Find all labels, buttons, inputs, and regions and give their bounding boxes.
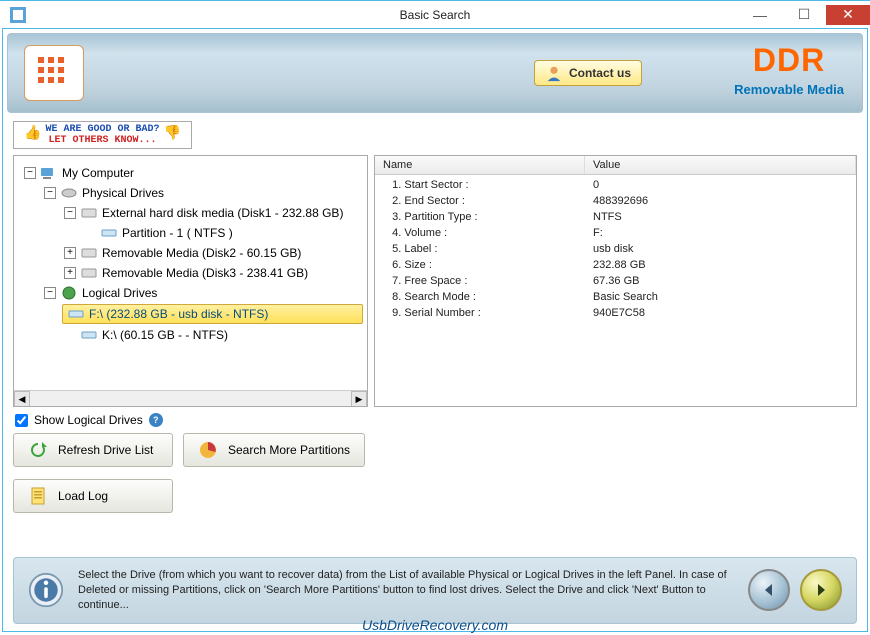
maximize-button[interactable]: ☐ xyxy=(782,5,826,25)
load-log-button[interactable]: Load Log xyxy=(13,479,173,513)
brand-name: DDR xyxy=(734,44,844,76)
property-row[interactable]: 5. Label :usb disk xyxy=(375,241,856,257)
tree-disk1-partition[interactable]: Partition - 1 ( NTFS ) xyxy=(82,224,363,242)
contact-us-button[interactable]: Contact us xyxy=(534,60,642,86)
contact-label: Contact us xyxy=(569,66,631,80)
app-logo xyxy=(24,45,84,101)
collapse-icon[interactable]: − xyxy=(44,287,56,299)
volume-icon xyxy=(80,327,98,343)
globe-drive-icon xyxy=(60,285,78,301)
collapse-icon[interactable]: − xyxy=(44,187,56,199)
minimize-button[interactable]: — xyxy=(738,5,782,25)
column-header-value[interactable]: Value xyxy=(585,156,856,174)
arrow-right-icon xyxy=(811,580,831,600)
tree-disk2[interactable]: + Removable Media (Disk2 - 60.15 GB) xyxy=(62,244,363,262)
footer-panel: Select the Drive (from which you want to… xyxy=(13,557,857,624)
tree-volume-k[interactable]: K:\ (60.15 GB - - NTFS) xyxy=(62,326,363,344)
property-row[interactable]: 3. Partition Type :NTFS xyxy=(375,209,856,225)
tree-disk3[interactable]: + Removable Media (Disk3 - 238.41 GB) xyxy=(62,264,363,282)
thumb-down-icon: 👎 xyxy=(163,127,180,142)
thumb-up-icon: 👍 xyxy=(24,127,41,142)
banner: Contact us DDR Removable Media xyxy=(7,33,863,113)
collapse-icon[interactable]: − xyxy=(64,207,76,219)
hdd-icon xyxy=(80,205,98,221)
property-row[interactable]: 7. Free Space :67.36 GB xyxy=(375,273,856,289)
person-icon xyxy=(545,64,563,82)
property-row[interactable]: 4. Volume :F: xyxy=(375,225,856,241)
property-row[interactable]: 6. Size :232.88 GB xyxy=(375,257,856,273)
brand-block: DDR Removable Media xyxy=(734,44,844,97)
expand-icon[interactable]: + xyxy=(64,267,76,279)
partition-icon xyxy=(100,225,118,241)
hdd-icon xyxy=(80,265,98,281)
refresh-icon xyxy=(28,440,48,460)
feedback-ribbon[interactable]: 👍 WE ARE GOOD OR BAD? LET OTHERS KNOW...… xyxy=(13,121,192,149)
window-title: Basic Search xyxy=(400,8,471,22)
footer-url: UsbDriveRecovery.com xyxy=(0,617,870,633)
show-logical-label: Show Logical Drives xyxy=(34,413,143,427)
properties-table: Name Value 1. Start Sector :0 2. End Sec… xyxy=(374,155,857,407)
close-button[interactable]: ✕ xyxy=(826,5,870,25)
footer-text: Select the Drive (from which you want to… xyxy=(78,568,734,613)
back-button[interactable] xyxy=(748,569,790,611)
ribbon-line1: WE ARE GOOD OR BAD? xyxy=(45,124,159,135)
arrow-left-icon xyxy=(759,580,779,600)
tree-disk1[interactable]: − External hard disk media (Disk1 - 232.… xyxy=(62,204,363,222)
property-row[interactable]: 9. Serial Number :940E7C58 xyxy=(375,305,856,321)
refresh-drive-list-button[interactable]: Refresh Drive List xyxy=(13,433,173,467)
tree-volume-f[interactable]: F:\ (232.88 GB - usb disk - NTFS) xyxy=(62,304,363,324)
ribbon-line2: LET OTHERS KNOW... xyxy=(45,135,159,146)
show-logical-checkbox[interactable] xyxy=(15,414,28,427)
info-icon xyxy=(28,572,64,608)
volume-icon xyxy=(67,306,85,322)
title-bar: Basic Search — ☐ ✕ xyxy=(0,0,870,28)
document-icon xyxy=(28,486,48,506)
drive-icon xyxy=(60,185,78,201)
tree-my-computer[interactable]: − My Computer xyxy=(22,164,363,182)
pie-icon xyxy=(198,440,218,460)
next-button[interactable] xyxy=(800,569,842,611)
computer-icon xyxy=(40,165,58,181)
tree-physical-drives[interactable]: − Physical Drives xyxy=(42,184,363,202)
help-icon[interactable]: ? xyxy=(149,413,163,427)
horizontal-scrollbar[interactable]: ◀ ▶ xyxy=(14,390,367,406)
tree-logical-drives[interactable]: − Logical Drives xyxy=(42,284,363,302)
expand-icon[interactable]: + xyxy=(64,247,76,259)
collapse-icon[interactable]: − xyxy=(24,167,36,179)
scroll-left-icon[interactable]: ◀ xyxy=(14,391,30,407)
app-icon xyxy=(10,7,26,23)
drive-tree[interactable]: − My Computer − Physical Drives xyxy=(13,155,368,407)
property-row[interactable]: 8. Search Mode :Basic Search xyxy=(375,289,856,305)
scroll-right-icon[interactable]: ▶ xyxy=(351,391,367,407)
search-more-partitions-button[interactable]: Search More Partitions xyxy=(183,433,365,467)
hdd-icon xyxy=(80,245,98,261)
property-row[interactable]: 2. End Sector :488392696 xyxy=(375,193,856,209)
brand-subtitle: Removable Media xyxy=(734,82,844,97)
property-row[interactable]: 1. Start Sector :0 xyxy=(375,177,856,193)
column-header-name[interactable]: Name xyxy=(375,156,585,174)
